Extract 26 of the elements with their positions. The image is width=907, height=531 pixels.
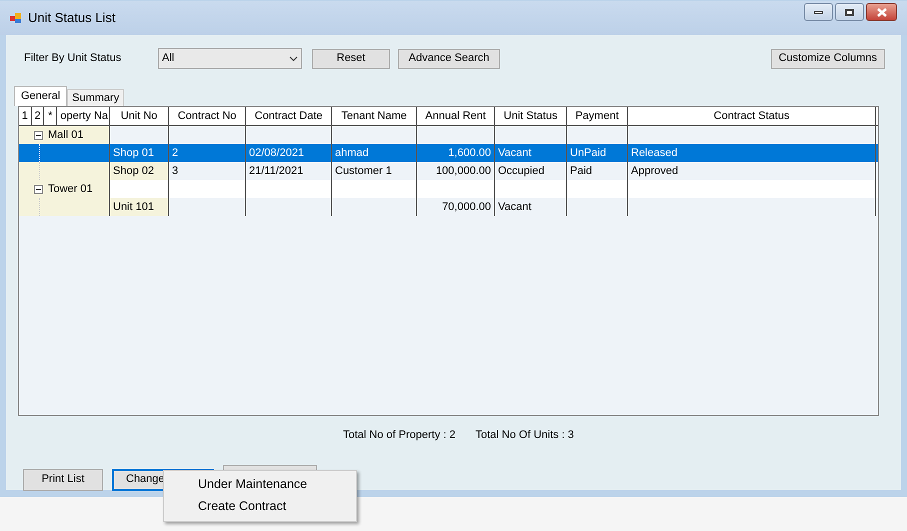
dropdown-value: All <box>162 51 174 66</box>
table-cell: 2 <box>172 147 178 159</box>
table-cell: Released <box>631 147 678 159</box>
group-label: Tower 01 <box>48 182 93 197</box>
table-cell: ahmad <box>335 147 369 159</box>
table-cell: 21/11/2021 <box>249 165 304 177</box>
total-label: Total No of Property : 2 <box>343 428 456 443</box>
group-label: Mall 01 <box>48 128 84 143</box>
filter-label: Filter By Unit Status <box>24 51 122 66</box>
table-cell: 100,000.00 <box>436 165 491 177</box>
table-cell: Paid <box>570 165 592 177</box>
table-cell: UnPaid <box>570 147 606 159</box>
table-cell: Occupied <box>498 165 544 177</box>
table-cell: Unit 101 <box>113 201 154 213</box>
table-cell: Customer 1 <box>335 165 392 177</box>
window-title: Unit Status List <box>28 9 116 28</box>
table-cell: Shop 02 <box>113 165 154 177</box>
table-cell: 3 <box>172 165 178 177</box>
table-cell: Vacant <box>498 147 532 159</box>
table-cell: 02/08/2021 <box>249 147 304 159</box>
table-cell: Approved <box>631 165 678 177</box>
table-cell: 1,600.00 <box>448 147 491 159</box>
table-cell: Vacant <box>498 201 532 213</box>
table-cell: Shop 01 <box>113 147 154 159</box>
total-label: Total No Of Units : 3 <box>476 428 574 443</box>
table-cell: 70,000.00 <box>442 201 491 213</box>
